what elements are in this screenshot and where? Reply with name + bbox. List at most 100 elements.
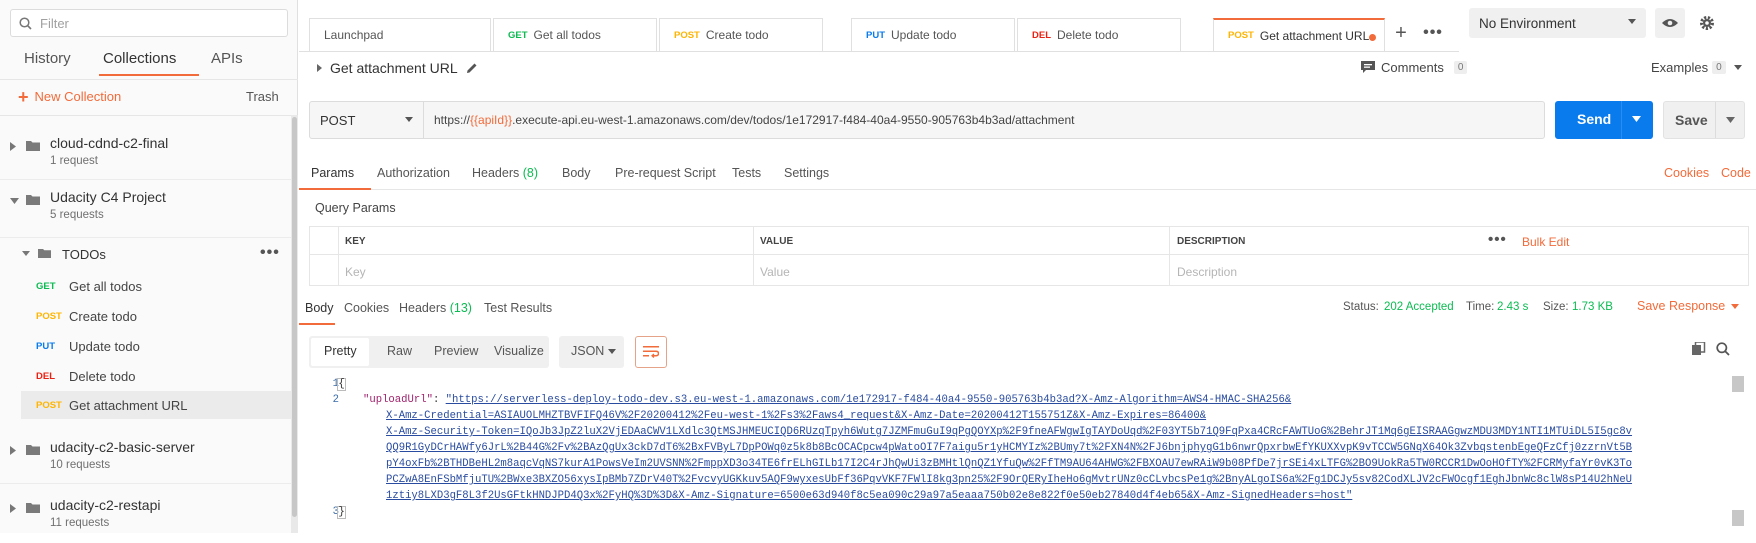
tab-launchpad[interactable]: Launchpad [309, 18, 491, 51]
sidebar-tabs: History Collections APIs [0, 46, 298, 78]
more-options-icon[interactable]: ••• [260, 244, 280, 262]
folder-icon [38, 249, 51, 258]
fold-close-brace[interactable]: } [337, 506, 346, 519]
collection-item[interactable]: cloud-cdnd-c2-final 1 request [0, 123, 292, 181]
response-body-viewer[interactable]: 1 { 2 "uploadUrl": "https://serverless-d… [299, 376, 1756, 533]
request-item-active[interactable]: POST Get attachment URL [21, 391, 292, 419]
column-key-header: KEY [345, 236, 366, 247]
json-url-value[interactable]: X-Amz-Security-Token=IQoJb3JpZ2luX2VjEDA… [386, 426, 1632, 438]
eye-icon [1662, 19, 1678, 27]
request-item[interactable]: POST Create todo [21, 302, 292, 330]
filter-search-box[interactable] [10, 9, 288, 37]
cookies-link[interactable]: Cookies [1664, 166, 1709, 180]
fold-open-brace[interactable]: { [337, 378, 346, 391]
new-tab-button[interactable]: + [1387, 18, 1415, 51]
tab-tests[interactable]: Tests [732, 166, 761, 180]
manage-environments-button[interactable] [1692, 8, 1722, 38]
divider [0, 237, 292, 238]
filter-input[interactable] [40, 15, 260, 31]
chevron-down-icon [1628, 19, 1636, 24]
tab-body[interactable]: Body [562, 166, 591, 180]
wrap-lines-icon [643, 346, 659, 358]
method-label: POST [1228, 30, 1254, 41]
method-label: POST [36, 310, 62, 322]
chevron-down-icon[interactable] [1632, 116, 1641, 122]
pencil-icon[interactable] [466, 62, 478, 74]
tab-response-body[interactable]: Body [305, 301, 334, 315]
new-collection-button[interactable]: + New Collection [18, 88, 121, 106]
time-value[interactable]: 2.43 s [1497, 301, 1528, 313]
caret-down-icon[interactable] [10, 198, 19, 204]
environment-quick-look-button[interactable] [1655, 8, 1685, 38]
save-response-dropdown[interactable]: Save Response [1637, 299, 1740, 313]
wrap-lines-button[interactable] [635, 336, 667, 368]
collection-item[interactable]: udacity-c2-basic-server 10 requests [0, 427, 292, 485]
json-url-value[interactable]: X-Amz-Credential=ASIAUOLMHZTBVFIFQ46V%2F… [386, 410, 1206, 422]
caret-down-icon[interactable] [22, 251, 30, 256]
environment-select[interactable]: No Environment [1469, 8, 1646, 38]
json-url-value[interactable]: pY4oxFb%2BTHDBeHL2m8aqcVqNS7kurA1PowsVeI… [386, 458, 1632, 470]
tab-params[interactable]: Params [311, 166, 354, 180]
sidebar-scrollbar[interactable] [291, 115, 298, 533]
tab-response-headers[interactable]: Headers (13) [399, 301, 472, 315]
collection-item[interactable]: Udacity C4 Project 5 requests [0, 177, 292, 235]
more-tabs-icon[interactable]: ••• [1418, 18, 1448, 51]
tab-get-attachment-url[interactable]: POST Get attachment URL [1213, 18, 1385, 51]
tab-settings[interactable]: Settings [784, 166, 829, 180]
value-input[interactable]: Value [760, 265, 790, 279]
status-value[interactable]: 202 Accepted [1384, 301, 1454, 313]
view-pretty[interactable]: Pretty [324, 344, 357, 358]
tab-update-todo[interactable]: PUT Update todo [851, 18, 1015, 51]
tab-authorization[interactable]: Authorization [377, 166, 450, 180]
examples-dropdown[interactable]: Examples 0 [1651, 60, 1742, 75]
format-select[interactable]: JSON [559, 336, 624, 368]
tab-collections[interactable]: Collections [103, 50, 176, 67]
request-item[interactable]: GET Get all todos [21, 272, 292, 300]
copy-icon[interactable] [1692, 342, 1706, 356]
method-label: PUT [866, 29, 885, 41]
chevron-down-icon[interactable] [1726, 117, 1735, 123]
json-url-value[interactable]: "https://serverless-deploy-todo-dev.s3.e… [446, 394, 1292, 406]
trash-link[interactable]: Trash [246, 89, 279, 104]
caret-right-icon[interactable] [10, 504, 16, 513]
scrollbar-thumb[interactable] [292, 117, 297, 517]
caret-right-icon[interactable] [10, 446, 16, 455]
key-input[interactable]: Key [345, 265, 366, 279]
method-select[interactable]: POST [310, 102, 424, 138]
url-input[interactable]: https://{{apiId}} .execute-api.eu-west-1.… [434, 102, 1074, 138]
scrollbar-thumb[interactable] [1732, 376, 1744, 392]
view-visualize[interactable]: Visualize [494, 344, 544, 358]
description-input[interactable]: Description [1177, 265, 1237, 279]
tab-headers[interactable]: Headers (8) [472, 166, 538, 180]
comments-button[interactable]: Comments 0 [1361, 60, 1468, 75]
folder-item-todos[interactable]: TODOs ••• [0, 242, 292, 268]
tab-delete-todo[interactable]: DEL Delete todo [1017, 18, 1181, 51]
request-item[interactable]: DEL Delete todo [21, 362, 292, 390]
more-options-icon[interactable]: ••• [1488, 231, 1507, 248]
request-item[interactable]: PUT Update todo [21, 332, 292, 360]
collection-name: udacity-c2-basic-server [50, 439, 195, 455]
view-raw[interactable]: Raw [387, 344, 412, 358]
json-url-value[interactable]: PCZwA8EnFSbMfjuTU%2BWxe3BXZO56xysIpBMb7Z… [386, 474, 1632, 486]
save-button[interactable]: Save [1663, 101, 1745, 139]
tab-test-results[interactable]: Test Results [484, 301, 552, 315]
bulk-edit-link[interactable]: Bulk Edit [1522, 235, 1569, 249]
tab-apis[interactable]: APIs [211, 50, 243, 67]
tab-prerequest-script[interactable]: Pre-request Script [615, 166, 716, 180]
search-icon[interactable] [1716, 342, 1730, 356]
json-url-value[interactable]: 1ztiy8LXD3gF8L3f2UsGFtkHNDJPD4Q3x%2FyHQ%… [386, 490, 1352, 502]
tab-response-cookies[interactable]: Cookies [344, 301, 389, 315]
view-preview[interactable]: Preview [434, 344, 478, 358]
tab-create-todo[interactable]: POST Create todo [659, 18, 823, 51]
tab-history[interactable]: History [24, 50, 71, 67]
chevron-down-icon [405, 117, 413, 122]
send-button[interactable]: Send [1555, 101, 1653, 139]
tab-get-all-todos[interactable]: GET Get all todos [493, 18, 657, 51]
scrollbar-thumb[interactable] [1732, 510, 1744, 526]
json-url-value[interactable]: QQ9R1GyDCrHAWfy6JrL%2B44G%2Fv%2BAzQgUx3c… [386, 442, 1632, 454]
code-link[interactable]: Code [1721, 166, 1751, 180]
collection-item[interactable]: udacity-c2-restapi 11 requests [0, 485, 292, 543]
caret-right-icon[interactable] [317, 64, 322, 72]
size-value[interactable]: 1.73 KB [1572, 301, 1613, 313]
caret-right-icon[interactable] [10, 142, 16, 151]
